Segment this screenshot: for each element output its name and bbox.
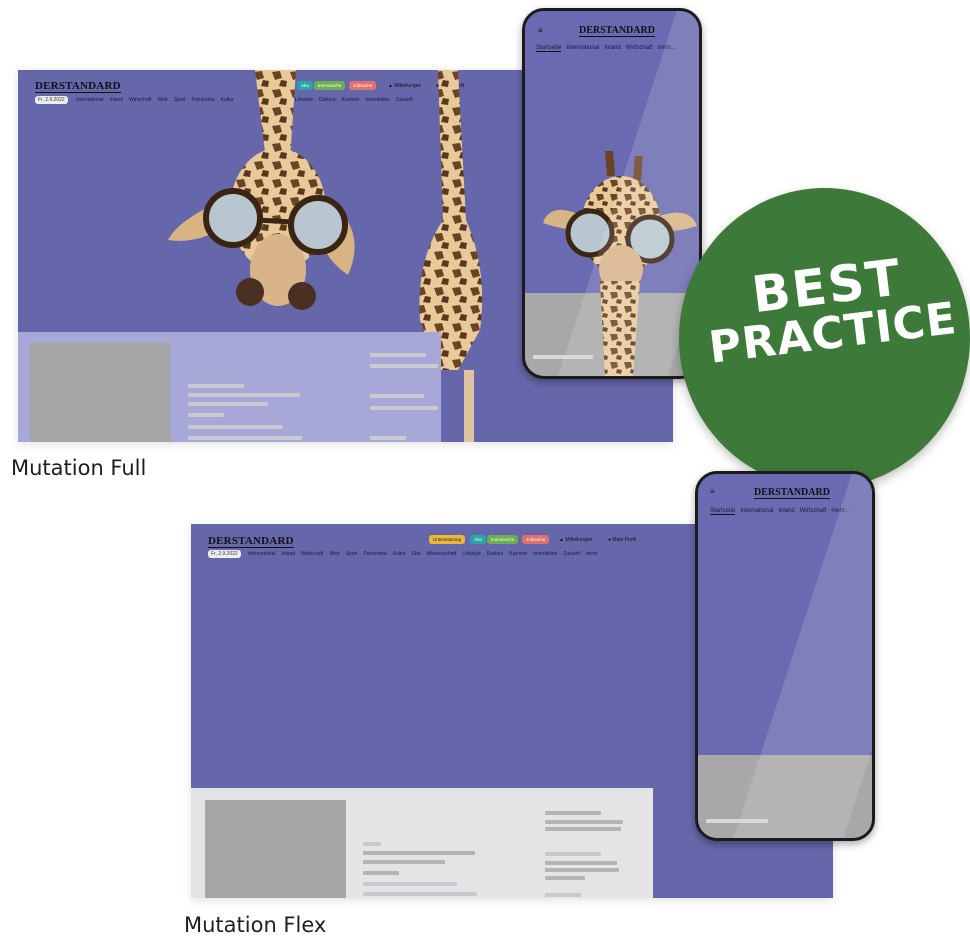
- phone-mock-full: ≡ DERSTANDARD Startseite International I…: [522, 8, 702, 379]
- teaser-line: [363, 892, 477, 896]
- nav-item[interactable]: Panorama: [364, 551, 387, 557]
- jobsuche-button[interactable]: Jobsuche: [522, 535, 550, 544]
- phone-mock-flex: ≡ DERSTANDARD Startseite International I…: [695, 471, 875, 841]
- teaser-line: [370, 406, 438, 410]
- teaser-image: [30, 343, 170, 442]
- nav-item[interactable]: International: [248, 551, 276, 557]
- teaser-line: [545, 820, 623, 824]
- teaser-line: [188, 384, 244, 388]
- main-nav: International Inland Wirtschaft Web Spor…: [248, 551, 597, 557]
- tab-startseite[interactable]: Startseite: [536, 45, 562, 52]
- site-logo[interactable]: DERSTANDARD: [208, 535, 294, 548]
- unterstuetzung-button[interactable]: Unterstützung: [429, 535, 466, 544]
- nav-item[interactable]: Etat: [412, 551, 421, 557]
- nav-item[interactable]: mehr: [586, 551, 597, 557]
- nav-item[interactable]: Inland: [282, 551, 296, 557]
- teaser-line: [533, 355, 593, 359]
- teaser-line: [545, 876, 585, 880]
- tab-international[interactable]: International: [566, 45, 599, 52]
- nav-item[interactable]: Zukunft: [563, 551, 580, 557]
- teaser-line: [363, 882, 457, 886]
- teaser-line: [370, 436, 406, 440]
- notifications-link[interactable]: ▲ Mitteilungen: [559, 537, 592, 543]
- teaser-line: [188, 413, 224, 417]
- nav-item[interactable]: Web: [329, 551, 339, 557]
- teaser-line: [370, 353, 426, 357]
- tab-wirtschaft[interactable]: Wirtschaft: [800, 508, 827, 515]
- phone-site-logo[interactable]: DERSTANDARD: [754, 487, 830, 499]
- nav-item[interactable]: Sport: [346, 551, 358, 557]
- nav-item[interactable]: Lifestyle: [462, 551, 480, 557]
- menu-icon[interactable]: ≡: [538, 26, 543, 35]
- phone-site-logo[interactable]: DERSTANDARD: [579, 25, 655, 37]
- menu-icon[interactable]: ≡: [710, 487, 715, 496]
- teaser-line: [706, 819, 768, 823]
- nav-item[interactable]: Kultur: [393, 551, 406, 557]
- teaser-line: [188, 402, 268, 406]
- nav-item[interactable]: Karriere: [509, 551, 527, 557]
- nav-item[interactable]: Diskurs: [487, 551, 504, 557]
- teaser-line: [188, 436, 302, 440]
- nav-item[interactable]: Immobilien: [533, 551, 557, 557]
- phone-tabs: Startseite International Inland Wirtscha…: [536, 45, 676, 52]
- nav-item[interactable]: Wirtschaft: [301, 551, 323, 557]
- teaser-line: [545, 852, 601, 856]
- teaser-line: [545, 827, 621, 831]
- teaser-line: [363, 842, 381, 846]
- teaser-line: [363, 871, 399, 875]
- date-badge: Fr, 2.9.2022: [208, 550, 241, 558]
- teaser-line: [545, 861, 617, 865]
- tab-international[interactable]: International: [740, 508, 773, 515]
- teaser-line: [363, 860, 445, 864]
- teaser-line: [545, 811, 601, 815]
- abo-button[interactable]: Abo: [470, 535, 487, 544]
- teaser-line: [188, 425, 283, 429]
- teaser-line: [545, 868, 619, 872]
- caption-mutation-full: Mutation Full: [11, 456, 147, 480]
- teaser-line: [188, 393, 300, 397]
- immosuche-button[interactable]: Immosuche: [487, 535, 519, 544]
- tab-wirtschaft[interactable]: Wirtschaft: [626, 45, 653, 52]
- teaser-image: [205, 800, 346, 898]
- teaser-line: [363, 851, 475, 855]
- teaser-line: [545, 893, 581, 897]
- tab-inland[interactable]: Inland: [604, 45, 620, 52]
- caption-mutation-flex: Mutation Flex: [184, 913, 327, 937]
- profile-link[interactable]: ● Mein Profil: [608, 537, 636, 543]
- teaser-line: [370, 364, 438, 368]
- tab-inland[interactable]: Inland: [778, 508, 794, 515]
- phone-tabs: Startseite International Inland Wirtscha…: [710, 508, 850, 515]
- tab-startseite[interactable]: Startseite: [710, 508, 736, 515]
- teaser-line: [370, 394, 424, 398]
- nav-item[interactable]: Wissenschaft: [427, 551, 457, 557]
